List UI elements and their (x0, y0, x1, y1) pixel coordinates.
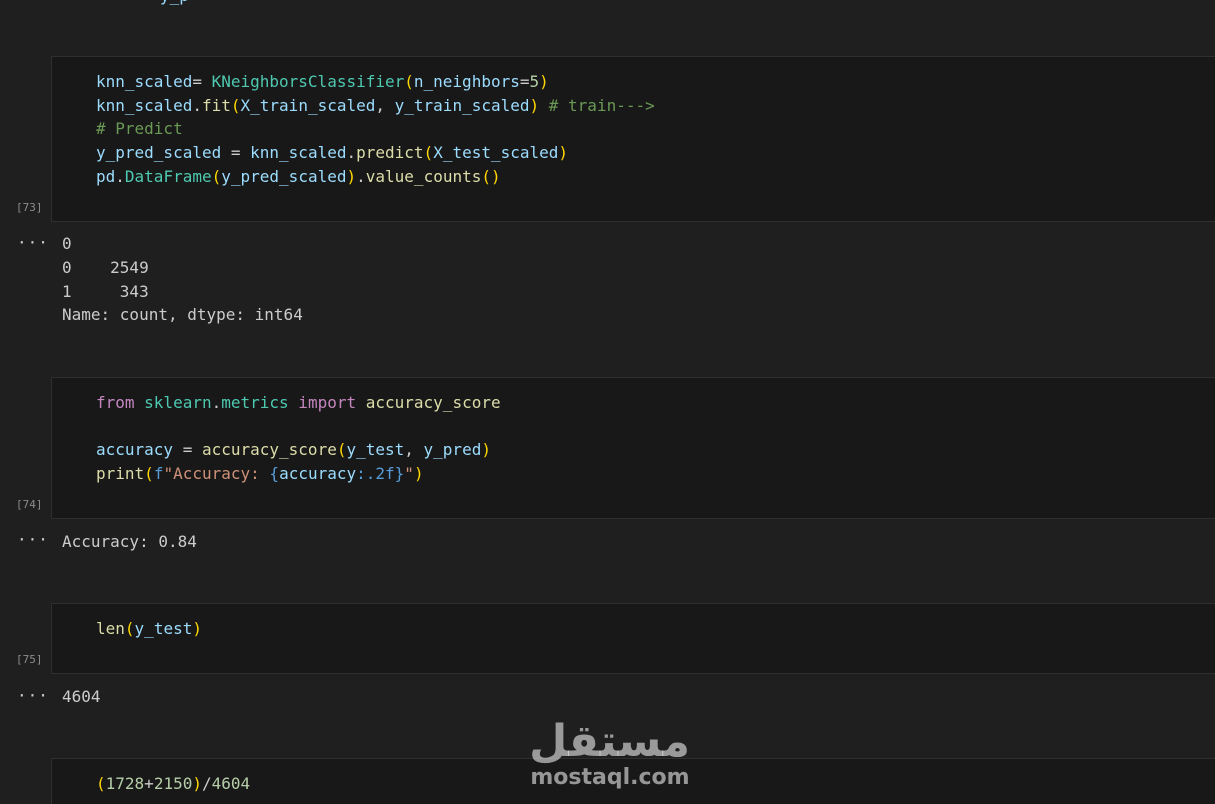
code-line: from sklearn.metrics import accuracy_sco… (96, 393, 501, 412)
code-line: pd.DataFrame(y_pred_scaled).value_counts… (96, 166, 501, 186)
cell-output-73: 0 0 2549 1 343 Name: count, dtype: int64 (62, 232, 303, 327)
code-line: knn_scaled= KNeighborsClassifier(n_neigh… (96, 72, 549, 91)
cell-editor[interactable]: knn_scaled= KNeighborsClassifier(n_neigh… (96, 70, 655, 188)
code-cell-75[interactable]: len(y_test) (51, 603, 1215, 674)
cell-output-74: Accuracy: 0.84 (62, 530, 197, 554)
output-line: 0 (62, 234, 72, 253)
cell-editor[interactable]: from sklearn.metrics import accuracy_sco… (96, 391, 501, 486)
cell-editor[interactable]: len(y_test) (96, 617, 202, 641)
ellipsis-icon[interactable]: ··· (17, 235, 49, 251)
ellipsis-icon[interactable]: ··· (17, 532, 49, 548)
output-line: 0 2549 (62, 257, 149, 277)
code-cell-next[interactable]: (1728+2150)/4604 (51, 758, 1215, 804)
code-line: accuracy = accuracy_score(y_test, y_pred… (96, 440, 491, 460)
execution-count: [75] (16, 653, 43, 666)
code-cell-74[interactable]: from sklearn.metrics import accuracy_sco… (51, 377, 1215, 519)
cell-output-75: 4604 (62, 685, 101, 709)
output-line: 1 343 (62, 281, 149, 301)
code-line: y_pred_scaled = knn_scaled.predict(X_tes… (96, 143, 569, 163)
ellipsis-icon[interactable]: ··· (17, 688, 49, 704)
output-line: 4604 (62, 687, 101, 706)
output-line: Name: count, dtype: int64 (62, 305, 303, 325)
code-cell-73[interactable]: knn_scaled= KNeighborsClassifier(n_neigh… (51, 56, 1215, 222)
code-line: len(y_test) (96, 619, 202, 638)
output-line: Accuracy: 0.84 (62, 532, 197, 551)
cell-editor[interactable]: (1728+2150)/4604 (96, 772, 250, 796)
code-line: knn_scaled.fit(X_train_scaled, y_train_s… (96, 95, 655, 115)
notebook-editor: y_p knn_scaled= KNeighborsClassifier(n_n… (0, 0, 1215, 804)
execution-count: [73] (16, 201, 43, 214)
code-line: (1728+2150)/4604 (96, 774, 251, 793)
partial-code-text: y_p (160, 0, 189, 5)
execution-count: [74] (16, 498, 43, 511)
partial-code-line: y_p (160, 0, 189, 5)
code-line: print(f"Accuracy: {accuracy:.2f}") (96, 464, 424, 484)
code-line: # Predict (96, 119, 183, 139)
